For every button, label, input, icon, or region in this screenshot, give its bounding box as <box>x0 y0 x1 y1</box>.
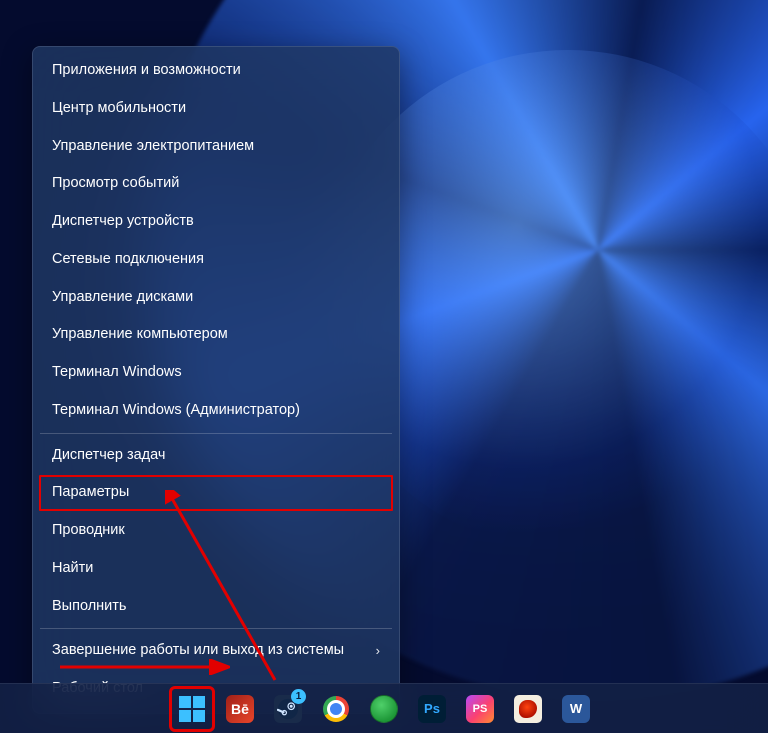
taskbar-app-duckstation[interactable] <box>363 688 405 730</box>
start-button[interactable] <box>171 688 213 730</box>
menu-item[interactable]: Управление компьютером <box>38 316 394 354</box>
menu-item[interactable]: Диспетчер задач <box>38 437 394 475</box>
menu-item-label: Терминал Windows <box>52 362 182 384</box>
menu-item[interactable]: Управление дисками <box>38 279 394 317</box>
chevron-right-icon: › <box>376 641 380 661</box>
menu-item-label: Сетевые подключения <box>52 249 204 271</box>
menu-item[interactable]: Выполнить <box>38 588 394 626</box>
menu-item[interactable]: Управление электропитанием <box>38 128 394 166</box>
menu-item[interactable]: Завершение работы или выход из системы › <box>38 632 394 670</box>
taskbar-app-bihance[interactable]: Bē <box>219 688 261 730</box>
photoshop-icon: Ps <box>418 695 446 723</box>
taskbar-app-photoshop[interactable]: Ps <box>411 688 453 730</box>
taskbar-app-phpstorm[interactable]: PS <box>459 688 501 730</box>
notification-badge: 1 <box>291 689 306 704</box>
menu-separator <box>40 628 392 629</box>
menu-item[interactable]: Просмотр событий <box>38 165 394 203</box>
menu-item[interactable]: Терминал Windows (Администратор) <box>38 392 394 430</box>
menu-item-label: Проводник <box>52 520 125 542</box>
menu-item-label: Управление компьютером <box>52 324 228 346</box>
menu-item-label: Диспетчер устройств <box>52 211 194 233</box>
menu-item-label: Завершение работы или выход из системы <box>52 640 344 662</box>
menu-item-label: Просмотр событий <box>52 173 179 195</box>
taskbar: Bē 1 Ps PS W <box>0 683 768 733</box>
green-sphere-icon <box>370 695 398 723</box>
menu-item[interactable]: Сетевые подключения <box>38 241 394 279</box>
phpstorm-icon: PS <box>466 695 494 723</box>
menu-separator <box>40 433 392 434</box>
menu-item-label: Найти <box>52 558 93 580</box>
menu-item-label: Управление дисками <box>52 287 193 309</box>
menu-item-label: Управление электропитанием <box>52 136 254 158</box>
menu-item[interactable]: Приложения и возможности <box>38 52 394 90</box>
menu-item-label: Параметры <box>52 482 129 504</box>
menu-item-label: Диспетчер задач <box>52 445 165 467</box>
taskbar-app-word[interactable]: W <box>555 688 597 730</box>
taskbar-app-chrome[interactable] <box>315 688 357 730</box>
menu-item[interactable]: Параметры <box>38 474 394 512</box>
taskbar-app-krita[interactable] <box>507 688 549 730</box>
menu-item[interactable]: Терминал Windows <box>38 354 394 392</box>
menu-item-label: Приложения и возможности <box>52 60 241 82</box>
menu-item-label: Выполнить <box>52 596 126 618</box>
menu-item[interactable]: Диспетчер устройств <box>38 203 394 241</box>
windows-logo-icon <box>179 696 205 722</box>
bihance-icon: Bē <box>226 695 254 723</box>
word-icon: W <box>562 695 590 723</box>
chrome-icon <box>323 696 349 722</box>
menu-item-label: Терминал Windows (Администратор) <box>52 400 300 422</box>
taskbar-app-steam[interactable]: 1 <box>267 688 309 730</box>
menu-item[interactable]: Найти <box>38 550 394 588</box>
winx-context-menu: Приложения и возможности Центр мобильност… <box>32 46 400 714</box>
menu-item-label: Центр мобильности <box>52 98 186 120</box>
krita-icon <box>514 695 542 723</box>
menu-item[interactable]: Проводник <box>38 512 394 550</box>
menu-item[interactable]: Центр мобильности <box>38 90 394 128</box>
